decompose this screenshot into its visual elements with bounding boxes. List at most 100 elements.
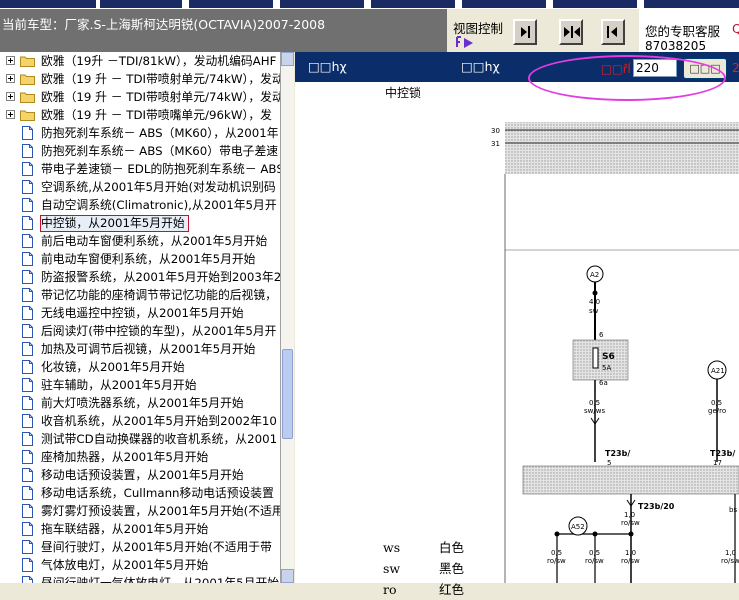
tree-item[interactable]: 测试带CD自动换碟器的收音机系统，从2001 — [0, 430, 280, 448]
tree-item-label: 带记忆功能的座椅调节带记忆功能的后视镜， — [41, 288, 277, 302]
car-model-bar: 当前车型：厂家.S-上海斯柯达明锐(OCTAVIA)2007-2008 — [0, 9, 447, 52]
tree-item[interactable]: 加热及可调节后视镜，从2001年5月开始 — [0, 340, 280, 358]
tree-item[interactable]: 座椅加热器，从2001年5月开始 — [0, 448, 280, 466]
tree-item[interactable]: 前电动车窗便利系统，从2001年5月开始 — [0, 250, 280, 268]
tree-item[interactable]: 移动电话预设装置，从2001年5月开始 — [0, 466, 280, 484]
view-left-button[interactable] — [601, 19, 625, 45]
tree-item[interactable]: 后阅读灯(带中控锁的车型)，从2001年5月开 — [0, 322, 280, 340]
top-tab[interactable] — [189, 0, 273, 8]
tree-item-label: 气体放电灯，从2001年5月开始 — [41, 558, 209, 572]
folder-icon — [20, 56, 35, 67]
tree-item-label: 雾灯雾灯预设装置，从2001年5月开始(不适用 — [41, 504, 281, 518]
tree-item[interactable]: 昼间行驶灯，从2001年5月开始(不适用于带 — [0, 538, 280, 556]
document-icon — [22, 252, 33, 266]
tree-item-label: 前大灯喷洗器系统，从2001年5月开始 — [41, 396, 244, 410]
tree-item-label: 加热及可调节后视镜，从2001年5月开始 — [41, 342, 256, 356]
tree-item[interactable]: 移动电话系统，Cullmann移动电话预设装置 — [0, 484, 280, 502]
service-label: 您的专职客服 — [645, 24, 721, 39]
wire-size: 0,5 — [589, 549, 600, 557]
document-icon — [22, 324, 33, 338]
connector-name: T23b/ — [710, 449, 735, 458]
view-right-button[interactable] — [513, 19, 537, 45]
expand-plus-icon[interactable] — [6, 110, 15, 119]
document-icon — [22, 450, 33, 464]
top-tab[interactable] — [100, 0, 182, 8]
top-tab[interactable] — [280, 0, 364, 8]
legend-row: sw 黑色 — [383, 558, 464, 579]
tree-item[interactable]: 防抱死刹车系统－ ABS（MK60），从2001年 — [0, 124, 280, 142]
document-icon — [22, 522, 33, 536]
tree-item-label: 前电动车窗便利系统，从2001年5月开始 — [41, 252, 256, 266]
tree-item[interactable]: 带记忆功能的座椅调节带记忆功能的后视镜， — [0, 286, 280, 304]
header-right-text: 2 — [732, 61, 739, 75]
expand-plus-icon[interactable] — [6, 56, 15, 65]
tree-item[interactable]: 无线电遥控中控锁，从2001年5月开始 — [0, 304, 280, 322]
tree-item[interactable]: 拖车联结器，从2001年5月开始 — [0, 520, 280, 538]
document-icon — [22, 198, 33, 212]
tree-item[interactable]: 带电子差速锁－ EDL的防抱死刹车系统－ ABS — [0, 160, 281, 178]
expand-plus-icon[interactable] — [6, 92, 15, 101]
tree-item[interactable]: 欧雅（19升 －TDI/81kW），发动机编码AHF — [0, 52, 280, 70]
document-icon — [22, 504, 33, 518]
document-icon — [22, 558, 33, 572]
top-tab[interactable] — [462, 0, 546, 8]
scroll-up-arrow-icon[interactable] — [281, 52, 294, 66]
document-icon — [22, 360, 33, 374]
legend-code: ws — [383, 540, 401, 555]
bus-label: 30 — [491, 127, 500, 135]
document-tree: 欧雅（19升 －TDI/81kW），发动机编码AHF 欧雅（19 升 － TDI带… — [0, 52, 281, 583]
tree-item[interactable]: 雾灯雾灯预设装置，从2001年5月开始(不适用 — [0, 502, 281, 520]
wire-size: 1,0 — [625, 549, 636, 557]
tree-item[interactable]: 自动空调系统(Climatronic),从2001年5月开 — [0, 196, 280, 214]
document-icon — [22, 126, 33, 140]
wire-size: 0,5 — [589, 399, 600, 407]
diagram-viewer: 中控锁 30 31 A2 4,0 sw 6 S6 5A 6a 0,5 sw/ws — [295, 82, 739, 597]
tree-item-label: 自动空调系统(Climatronic),从2001年5月开 — [41, 198, 277, 212]
tree-item[interactable]: 防盗报警系统，从2001年5月开始到2003年2 — [0, 268, 280, 286]
tree-item[interactable]: 欧雅（19 升 － TDI带喷嘴单元/96kW），发 — [0, 106, 280, 124]
tree-item[interactable]: 前大灯喷洗器系统，从2001年5月开始 — [0, 394, 280, 412]
tree-item[interactable]: 化妆镜，从2001年5月开始 — [0, 358, 280, 376]
legend-color-name: 白色 — [439, 540, 465, 555]
tree-item[interactable]: 防抱死刹车系统－ ABS（MK60）带电子差速 — [0, 142, 280, 160]
tree-item-label: 驻车辅助，从2001年5月开始 — [41, 378, 197, 392]
legend-row: ro 红色 — [383, 579, 464, 600]
top-tab[interactable] — [371, 0, 455, 8]
tree-item[interactable]: 气体放电灯，从2001年5月开始 — [0, 556, 280, 574]
collapse-arrows-icon — [564, 26, 580, 38]
fuse-name: S6 — [602, 352, 615, 362]
scroll-down-arrow-icon[interactable] — [281, 569, 294, 583]
tree-item[interactable]: 收音机系统，从2001年5月开始到2002年10 — [0, 412, 280, 430]
tree-item-label: 带电子差速锁－ EDL的防抱死刹车系统－ ABS — [41, 162, 281, 176]
tree-item-label: 昼间行驶灯，从2001年5月开始(不适用于带 — [41, 540, 272, 554]
top-tab[interactable] — [0, 0, 96, 8]
legend-color-name: 黑色 — [439, 561, 465, 576]
tree-item[interactable]: 中控锁，从2001年5月开始 — [0, 214, 280, 232]
junction-dot — [592, 290, 598, 296]
document-icon — [22, 162, 33, 176]
tree-item[interactable]: 驻车辅助，从2001年5月开始 — [0, 376, 280, 394]
top-tab[interactable] — [644, 0, 739, 8]
tree-item[interactable]: 前后电动车窗便利系统，从2001年5月开始 — [0, 232, 280, 250]
top-tab[interactable] — [553, 0, 637, 8]
view-collapse-button[interactable] — [559, 19, 583, 45]
tree-item[interactable]: 昼间行驶灯一气体放电灯，从2001年5月开始 — [0, 574, 280, 583]
tree-item-label: 欧雅（19升 －TDI/81kW），发动机编码AHF — [41, 54, 277, 68]
tree-item[interactable]: 欧雅（19 升 － TDI带喷射单元/74kW），发动 — [0, 88, 280, 106]
tree-item[interactable]: 欧雅（19 升 － TDI带喷射单元/74kW），发动 — [0, 70, 280, 88]
folder-icon — [20, 110, 35, 121]
service-qq-link[interactable]: Q — [732, 21, 739, 36]
document-icon — [22, 396, 33, 410]
document-icon — [22, 270, 33, 284]
service-phone: 87038205 — [645, 39, 707, 53]
folder-icon — [20, 92, 35, 103]
folder-icon — [20, 74, 35, 85]
tree-item-label: 测试带CD自动换碟器的收音机系统，从2001 — [41, 432, 278, 446]
document-icon — [22, 234, 33, 248]
tree-item-label: 移动电话预设装置，从2001年5月开始 — [41, 468, 244, 482]
tree-scrollbar[interactable] — [281, 52, 294, 583]
fuse-contact: 6a — [599, 379, 608, 387]
tree-item[interactable]: 空调系统,从2001年5月开始(对发动机识别码 — [0, 178, 280, 196]
expand-plus-icon[interactable] — [6, 74, 15, 83]
scroll-thumb[interactable] — [282, 349, 293, 439]
